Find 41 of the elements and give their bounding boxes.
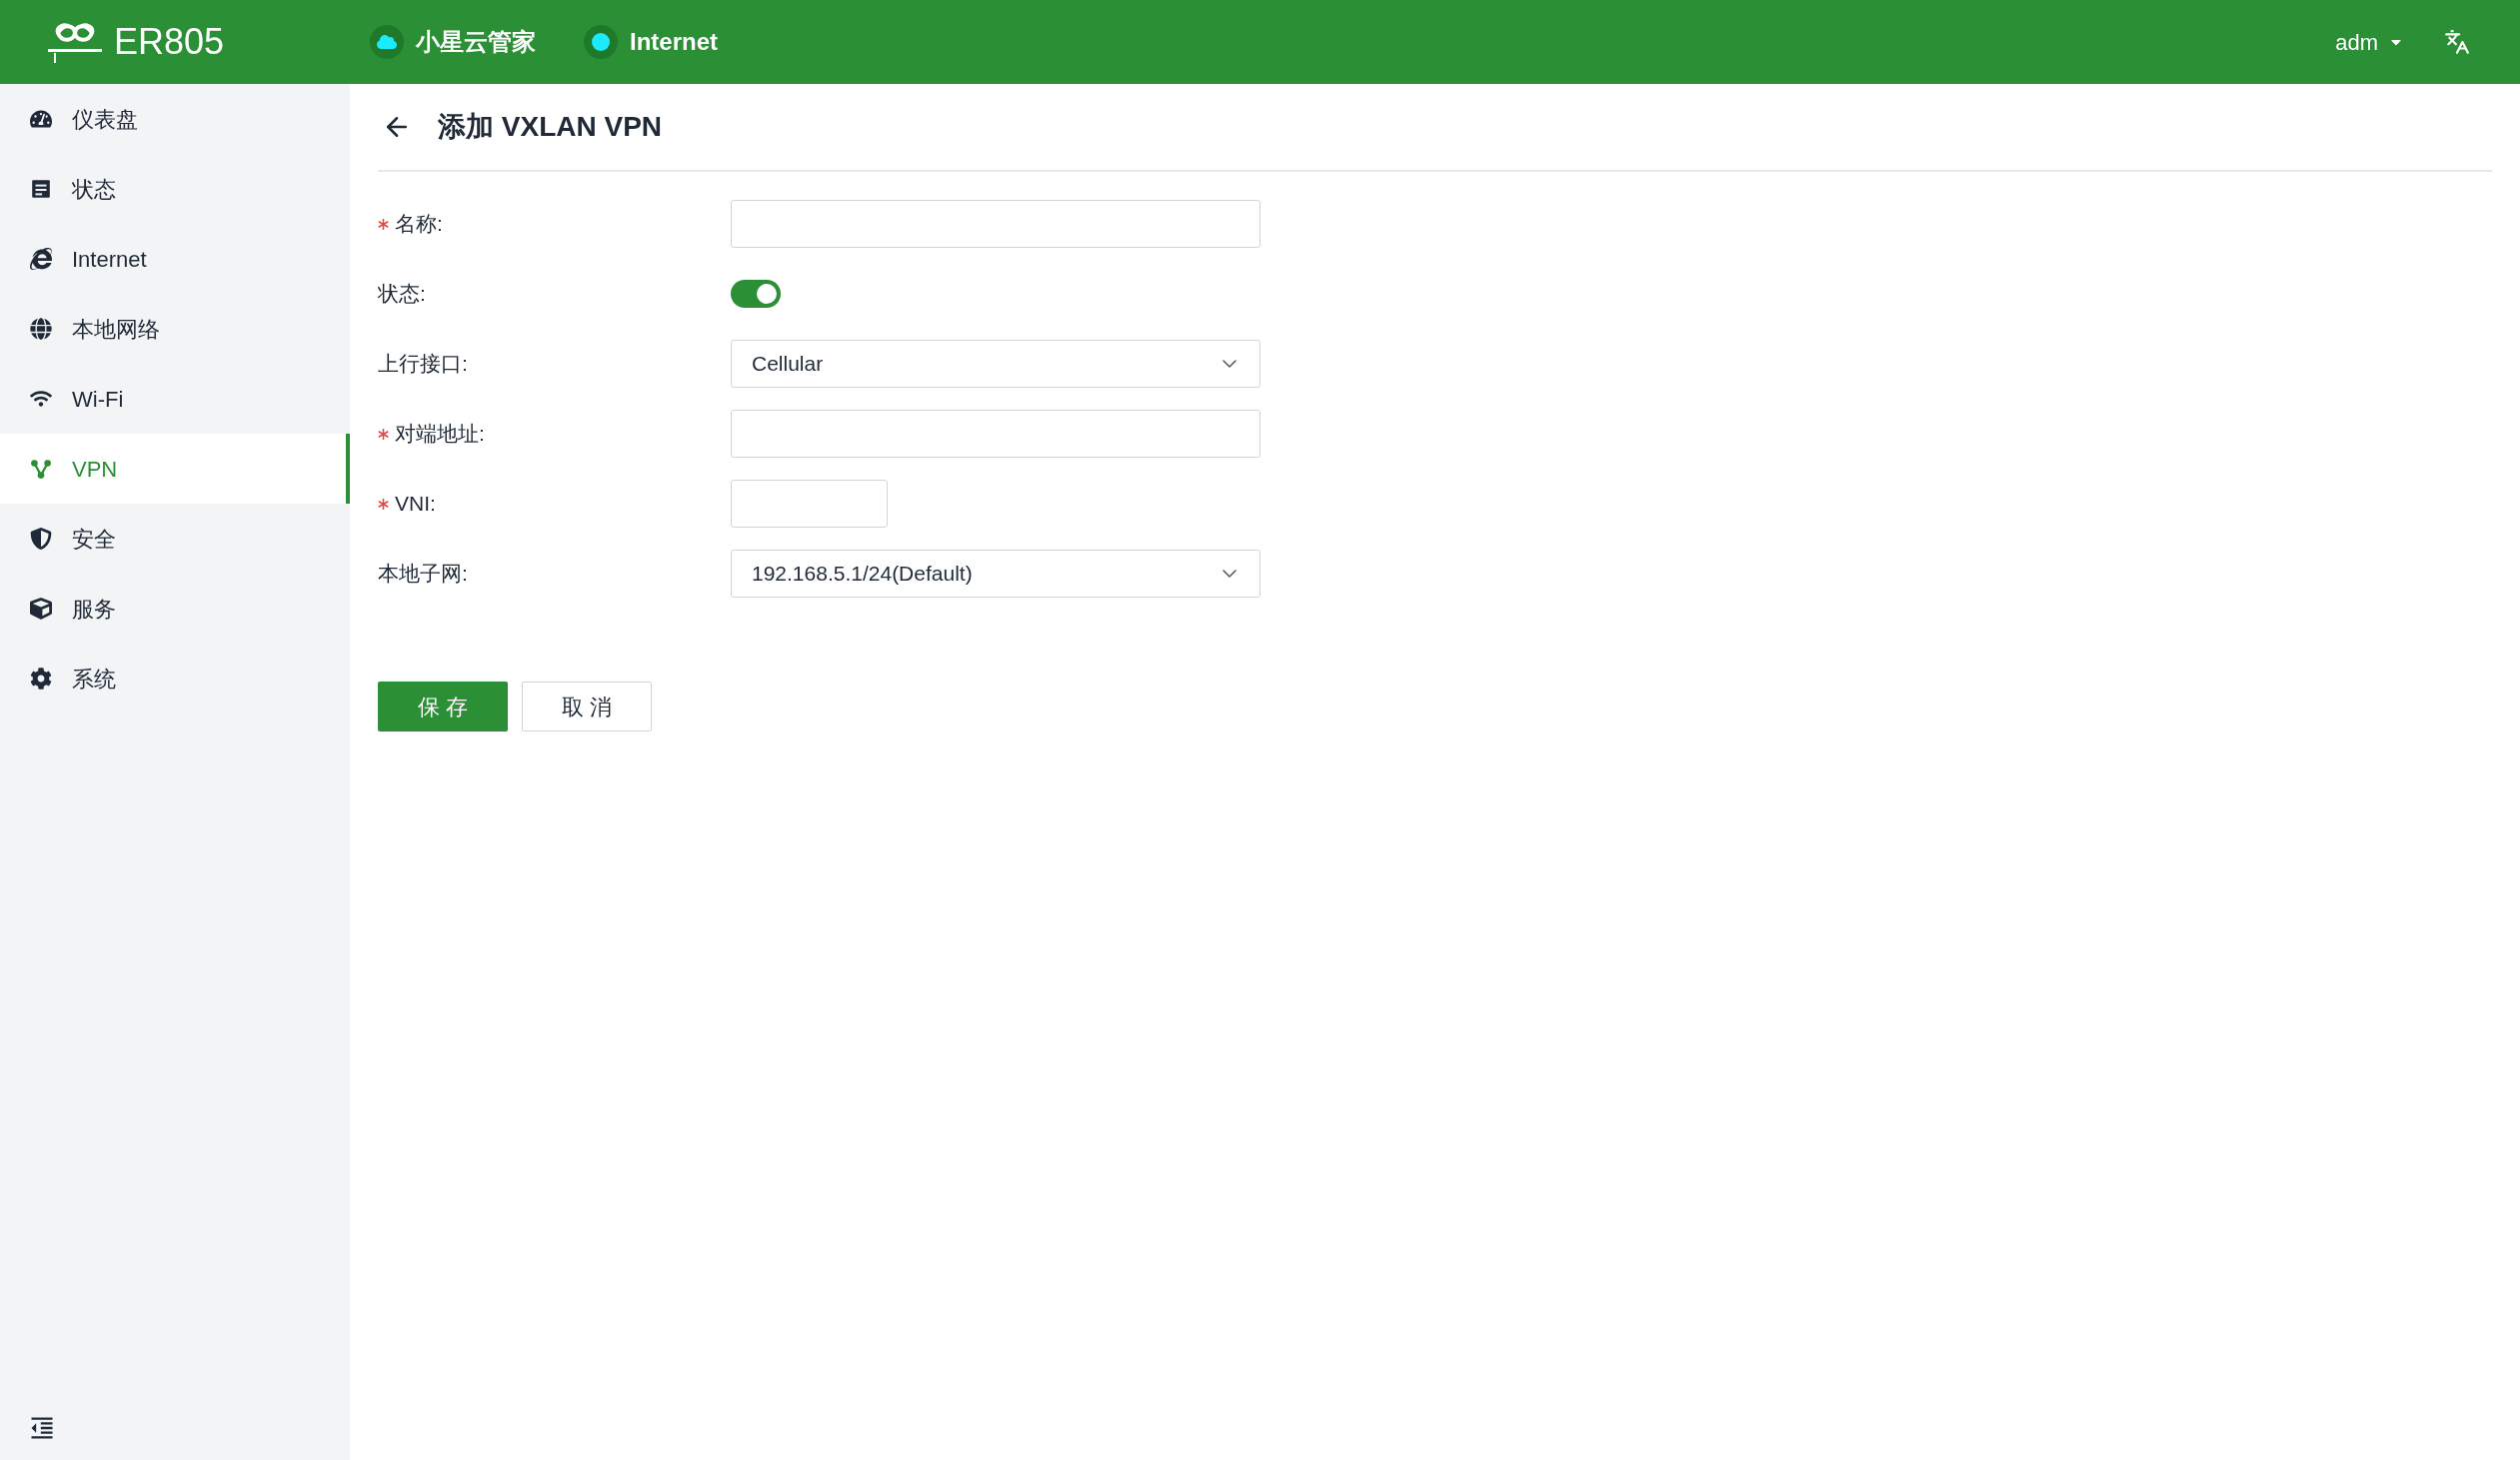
settings-icon [30,668,52,690]
status-label: Internet [630,27,718,57]
cloud-status-icon [370,25,404,59]
document-icon [30,178,52,200]
gauge-icon [30,108,52,130]
dropdown-select[interactable]: Cellular [731,340,1260,388]
sidebar-item[interactable]: 系统 [0,644,350,714]
shield-icon [30,528,52,550]
sidebar-item[interactable]: Wi-Fi [0,364,350,434]
sidebar-item[interactable]: 安全 [0,504,350,574]
user-menu[interactable]: adm [2335,25,2404,59]
text-field[interactable] [731,200,1260,248]
text-field[interactable] [731,410,1260,458]
product-name: ER805 [114,20,225,64]
required-asterisk-icon [378,218,389,230]
sidebar-item[interactable]: 服务 [0,574,350,644]
sidebar-item[interactable]: 状态 [0,154,350,224]
field-label: 上行接口: [378,351,468,378]
dropdown-select[interactable]: 192.168.5.1/24(Default) [731,550,1260,598]
globe-icon [30,318,52,340]
save-button[interactable]: 保 存 [378,682,508,731]
toggle-switch[interactable] [731,280,781,308]
sidebar-item[interactable]: Internet [0,224,350,294]
number-field[interactable] [731,480,888,528]
e-logo-icon [30,248,52,270]
cancel-button[interactable]: 取 消 [522,682,652,731]
status-label: 小星云管家 [416,27,536,57]
field-label: VNI: [395,491,436,518]
network-nodes-icon [30,458,52,480]
required-asterisk-icon [378,428,389,440]
field-label: 对端地址: [395,421,485,448]
sidebar-item[interactable]: VPN [0,434,350,504]
page-title: 添加 VXLAN VPN [438,110,663,144]
field-label: 状态: [378,281,426,308]
cube-icon [30,598,52,620]
required-asterisk-icon [378,498,389,510]
sidebar-item[interactable]: 仪表盘 [0,84,350,154]
language-icon[interactable] [2444,29,2470,55]
sidebar-item[interactable]: 本地网络 [0,294,350,364]
field-label: 本地子网: [378,561,468,588]
field-label: 名称: [395,211,443,238]
